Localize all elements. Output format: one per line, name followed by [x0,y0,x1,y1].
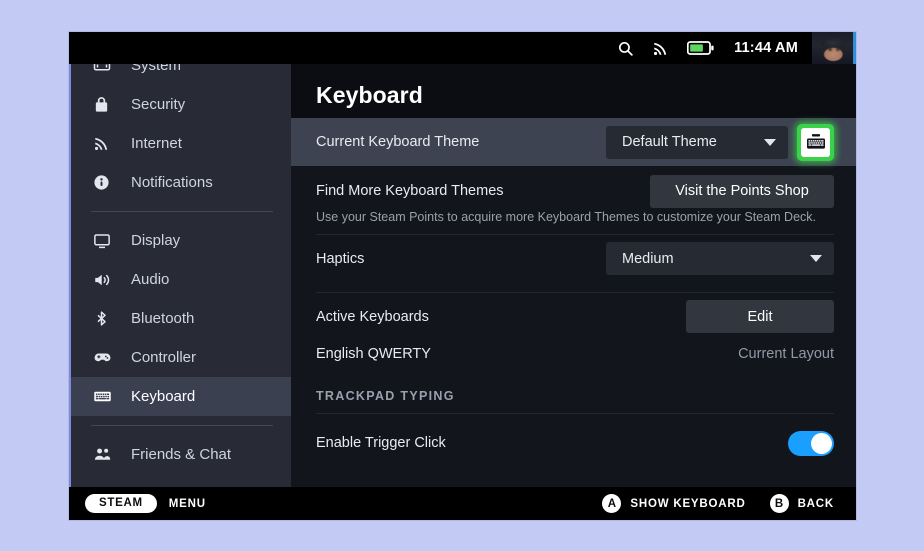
sidebar-item-internet[interactable]: Internet [71,124,291,163]
row-label: English QWERTY [316,346,431,362]
sidebar-item-label: Security [131,96,186,113]
sidebar-item-bluetooth[interactable]: Bluetooth [71,299,291,338]
keyboard-icon [93,387,119,406]
page-title: Keyboard [291,64,856,118]
keyboard-layout-row[interactable]: English QWERTY Current Layout [291,336,856,372]
action-label: BACK [797,497,834,510]
keyboard-preview-button[interactable] [797,123,834,161]
haptics-select[interactable]: Medium [606,242,834,275]
row-label: Active Keyboards [316,308,429,325]
sidebar-divider [91,425,273,426]
keyboard-theme-select[interactable]: Default Theme [606,125,788,159]
sidebar-item-system[interactable]: System [71,64,291,85]
avatar[interactable] [812,32,856,64]
bottom-actions: A SHOW KEYBOARD B BACK [578,494,834,513]
sidebar-item-label: Display [131,232,181,249]
sidebar-item-label: Internet [131,135,182,152]
row-label: Enable Trigger Click [316,435,446,451]
sidebar-item-label: System [131,64,182,74]
keyboard-theme-value: Default Theme [622,134,717,150]
sidebar-item-label: Notifications [131,174,213,191]
row-label: Haptics [316,250,365,267]
status-bar: 11:44 AM [69,32,856,64]
friends-icon [93,445,119,464]
clock: 11:44 AM [734,40,798,56]
bluetooth-icon [93,310,119,327]
sidebar-item-label: Bluetooth [131,310,195,327]
controller-icon [93,348,119,367]
button-a-icon: A [602,494,622,513]
system-icon [93,64,119,75]
action-show-keyboard[interactable]: A SHOW KEYBOARD [602,494,745,513]
steam-button[interactable]: STEAM [85,493,157,514]
sidebar-item-notifications[interactable]: Notifications [71,163,291,202]
menu-label: MENU [168,497,206,510]
audio-icon [93,271,119,289]
sidebar-item-label: Keyboard [131,388,196,405]
visit-points-shop-button[interactable]: Visit the Points Shop [650,174,834,208]
sidebar-item-keyboard[interactable]: Keyboard [71,377,291,416]
keyboard-icon [801,127,830,157]
current-layout-status: Current Layout [738,346,834,362]
bottom-action-bar: STEAM MENU A SHOW KEYBOARD B BACK [69,487,856,520]
sidebar-item-display[interactable]: Display [71,221,291,260]
sidebar-item-label: Controller [131,349,197,366]
lock-icon [93,96,119,113]
main-body: System Security Internet Notifications D… [69,64,856,487]
find-more-themes-description: Use your Steam Points to acquire more Ke… [316,210,816,224]
enable-trigger-click-row[interactable]: Enable Trigger Click [291,423,856,463]
haptics-value: Medium [622,250,674,267]
sidebar-item-label: Friends & Chat [131,446,232,463]
button-b-icon: B [769,494,789,513]
trackpad-typing-heading: TRACKPAD TYPING [316,389,455,403]
current-keyboard-theme-row[interactable]: Current Keyboard Theme Default Theme [291,118,856,166]
battery-icon[interactable] [687,40,714,56]
sidebar-item-controller[interactable]: Controller [71,338,291,377]
sidebar-divider [91,211,273,212]
chevron-down-icon [764,138,776,146]
edit-keyboards-button[interactable]: Edit [686,300,834,333]
display-icon [93,232,119,250]
settings-sidebar[interactable]: System Security Internet Notifications D… [69,64,291,487]
action-back[interactable]: B BACK [769,494,834,513]
haptics-row: Haptics Medium [291,235,856,282]
row-label: Find More Keyboard Themes [316,183,504,199]
wifi-icon[interactable] [652,40,669,57]
find-more-themes-row: Find More Keyboard Themes Visit the Poin… [291,166,856,212]
row-label: Current Keyboard Theme [316,134,480,150]
sidebar-item-audio[interactable]: Audio [71,260,291,299]
wifi-icon [93,135,119,152]
sidebar-item-friends-and-chat[interactable]: Friends & Chat [71,435,291,474]
steam-deck-screen: 11:44 AM System Security Internet Notifi… [68,31,857,521]
chevron-down-icon [810,255,822,262]
active-keyboards-row: Active Keyboards Edit [291,293,856,336]
settings-content: Keyboard Current Keyboard Theme Default … [291,64,856,487]
action-label: SHOW KEYBOARD [630,497,746,510]
sidebar-item-label: Audio [131,271,170,288]
enable-trigger-click-toggle[interactable] [788,430,834,456]
search-icon[interactable] [617,40,634,57]
sidebar-item-security[interactable]: Security [71,85,291,124]
divider [316,413,834,414]
notifications-icon [93,174,119,191]
